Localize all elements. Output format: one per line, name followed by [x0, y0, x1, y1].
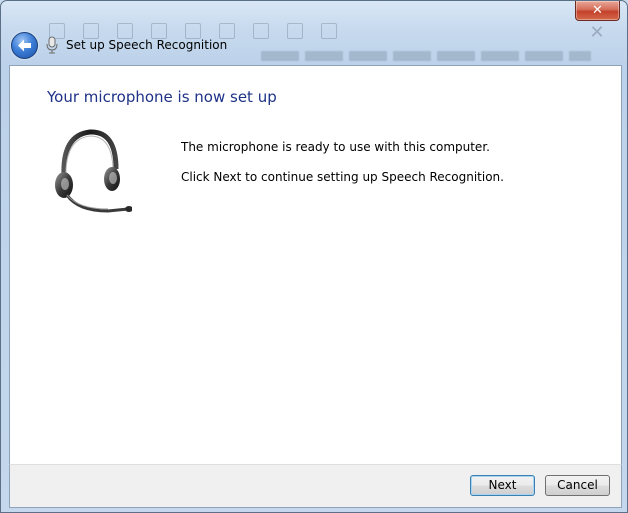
microphone-icon: [46, 36, 58, 54]
window-title: Set up Speech Recognition: [66, 38, 228, 52]
window-frame: ✕ ✕ Set up Speech Recognition Your micro…: [0, 0, 628, 513]
back-button[interactable]: [11, 32, 38, 59]
headset-icon: [55, 129, 132, 213]
back-arrow-icon: [18, 39, 31, 52]
close-icon: ✕: [592, 3, 603, 18]
background-text: [261, 51, 591, 61]
ready-message: The microphone is ready to use with this…: [181, 140, 490, 154]
next-button[interactable]: Next: [470, 475, 535, 496]
background-close-icon: ✕: [589, 22, 605, 43]
close-button[interactable]: ✕: [575, 1, 620, 21]
page-heading: Your microphone is now set up: [47, 88, 277, 106]
cancel-button[interactable]: Cancel: [545, 475, 610, 496]
button-bar: Next Cancel: [9, 464, 622, 508]
next-instruction: Click Next to continue setting up Speech…: [181, 170, 504, 184]
content-panel: Your microphone is now set up The microp…: [9, 65, 622, 465]
